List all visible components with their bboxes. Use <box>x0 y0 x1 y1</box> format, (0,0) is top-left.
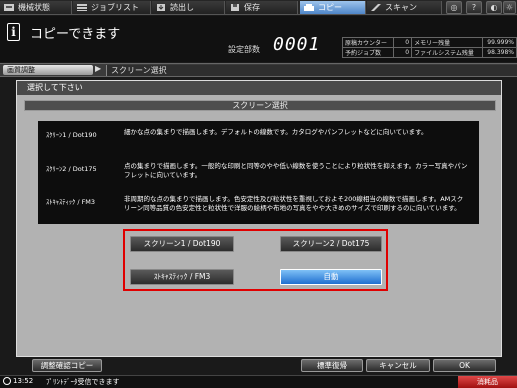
toggle-icon[interactable]: ◐ <box>486 1 502 14</box>
info-icon: i <box>7 23 20 41</box>
tab-label: 読出し <box>170 3 194 12</box>
sun-icon[interactable]: ☼ <box>503 1 516 14</box>
desc-name-screen1: ｽｸﾘｰﾝ1 / Dot190 <box>46 131 97 139</box>
desc-text-screen2: 点の集まりで描画します。一般的な印刷と同等のやや低い線数を使うことにより粒状性を… <box>124 162 468 179</box>
supplies-button[interactable]: 消耗品 <box>458 376 517 388</box>
screen2-button[interactable]: スクリーン2 / Dot175 <box>280 236 382 252</box>
retrieve-icon <box>157 4 165 11</box>
tab-label: 機械状態 <box>18 3 50 12</box>
tab-copy[interactable]: コピー <box>300 1 366 14</box>
desc-text-stochastic: 非周期的な点の集まりで描画します。色安定性及び粒状性を重視しておよそ200線相当… <box>124 195 464 212</box>
desc-name-stochastic: ｽﾄｷｬｽﾃｨｯｸ / FM3 <box>46 198 96 206</box>
stat-value: 0 <box>393 47 413 58</box>
tab-label: コピー <box>318 3 342 12</box>
instruction-text: 選択して下さい <box>17 81 501 95</box>
machine-icon <box>4 4 14 11</box>
clock-icon <box>3 377 11 385</box>
stat-label: 原稿カウンター <box>341 37 395 48</box>
stats-row: 予約ジョブ数 0 ファイルシステム残量 98.398% <box>341 47 517 58</box>
tab-job-list[interactable]: ジョブリスト <box>73 1 151 14</box>
stat-value: 0 <box>393 37 413 48</box>
copies-value: 0001 <box>273 34 321 55</box>
cancel-button[interactable]: キャンセル <box>366 359 430 372</box>
job-list-icon <box>77 4 87 11</box>
chevron-right-icon: ▶ <box>95 64 102 73</box>
default-button[interactable]: 標準復帰 <box>301 359 363 372</box>
tab-label: スキャン <box>385 3 417 12</box>
stat-value: 99.999% <box>481 37 517 48</box>
desc-name-screen2: ｽｸﾘｰﾝ2 / Dot175 <box>46 165 97 173</box>
status-bar-message: ﾌﾟﾘﾝﾄﾃﾞｰﾀ受信できます <box>46 378 120 386</box>
status-message: コピーできます <box>30 27 121 42</box>
clock-time: 13:52 <box>13 377 34 385</box>
desc-text-screen1: 細かな点の集まりで描画します。デフォルトの線数です。カタログやパンフレットなどに… <box>124 128 428 136</box>
stat-value: 98.398% <box>481 47 517 58</box>
help-icon[interactable]: ? <box>466 1 482 14</box>
breadcrumb-current: スクリーン選択 <box>106 65 517 76</box>
copy-icon <box>304 4 314 11</box>
auto-button[interactable]: 自動 <box>280 269 382 285</box>
stats-row: 原稿カウンター 0 メモリー残量 99.999% <box>341 37 517 48</box>
dialog-title: スクリーン選択 <box>24 100 496 111</box>
stat-label: メモリー残量 <box>411 37 483 48</box>
tab-save[interactable]: 保存 <box>226 1 298 14</box>
save-icon <box>231 4 239 11</box>
ok-button[interactable]: OK <box>433 359 496 372</box>
screen1-button[interactable]: スクリーン1 / Dot190 <box>130 236 234 252</box>
tab-scan[interactable]: スキャン <box>367 1 442 14</box>
stochastic-button[interactable]: ｽﾄｷｬｽﾃｨｯｸ / FM3 <box>130 269 234 285</box>
globe-icon[interactable]: ◎ <box>446 1 462 14</box>
stat-label: 予約ジョブ数 <box>341 47 395 58</box>
proof-copy-button[interactable]: 調整確認コピー <box>32 359 102 372</box>
tab-machine-status[interactable]: 機械状態 <box>0 1 72 14</box>
scan-icon <box>371 4 381 11</box>
stats-table: 原稿カウンター 0 メモリー残量 99.999% 予約ジョブ数 0 ファイルシス… <box>341 37 517 58</box>
breadcrumb-parent[interactable]: 画質調整 <box>3 65 93 75</box>
tab-label: 保存 <box>244 3 260 12</box>
tab-retrieve[interactable]: 読出し <box>152 1 225 14</box>
tab-label: ジョブリスト <box>91 3 139 12</box>
stat-label: ファイルシステム残量 <box>411 47 483 58</box>
copies-label: 設定部数 <box>228 45 260 54</box>
